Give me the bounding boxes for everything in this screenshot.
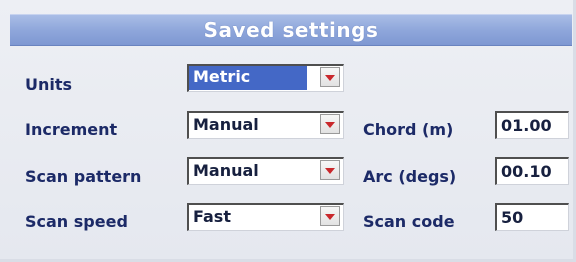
scan-pattern-value: Manual: [193, 161, 259, 180]
scan-speed-dropdown-button[interactable]: [320, 206, 340, 226]
increment-dropdown[interactable]: Manual: [187, 111, 344, 139]
chevron-down-icon: [325, 75, 335, 81]
title-bar: Saved settings: [10, 14, 572, 46]
scan-code-label: Scan code: [363, 212, 455, 231]
units-value: Metric: [189, 66, 307, 90]
increment-dropdown-button[interactable]: [320, 114, 340, 134]
units-label: Units: [25, 75, 73, 94]
saved-settings-panel: Saved settings Units Metric Increment Ma…: [0, 0, 576, 262]
units-dropdown-button[interactable]: [320, 67, 340, 87]
chevron-down-icon: [325, 168, 335, 174]
arc-field[interactable]: [495, 157, 569, 185]
scan-code-field[interactable]: [495, 203, 569, 231]
scan-speed-dropdown[interactable]: Fast: [187, 203, 344, 231]
units-dropdown[interactable]: Metric: [187, 64, 344, 92]
scan-speed-value: Fast: [193, 207, 231, 226]
chord-field[interactable]: [495, 111, 569, 139]
scan-speed-label: Scan speed: [25, 212, 128, 231]
chevron-down-icon: [325, 214, 335, 220]
scan-pattern-label: Scan pattern: [25, 167, 142, 186]
increment-value: Manual: [193, 115, 259, 134]
dialog-title: Saved settings: [203, 18, 379, 42]
arc-label: Arc (degs): [363, 167, 457, 186]
increment-label: Increment: [25, 120, 118, 139]
scan-pattern-dropdown-button[interactable]: [320, 160, 340, 180]
chord-label: Chord (m): [363, 120, 454, 139]
chevron-down-icon: [325, 122, 335, 128]
scan-pattern-dropdown[interactable]: Manual: [187, 157, 344, 185]
